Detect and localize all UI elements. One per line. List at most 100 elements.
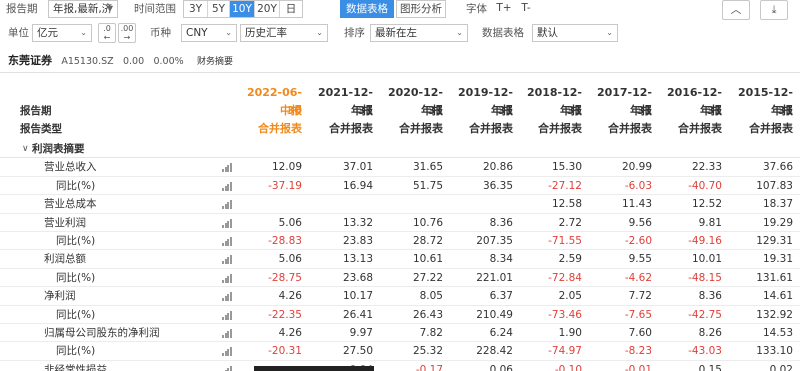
table-cell: 9.97: [349, 327, 373, 339]
table-cell: 28.72: [412, 235, 443, 247]
time-range-10y[interactable]: 10Y: [230, 1, 255, 17]
table-cell: -8.23: [624, 345, 652, 358]
time-range-20y[interactable]: 20Y: [255, 1, 280, 17]
stock-price: 0.00: [122, 56, 145, 67]
table-cell: 13.13: [342, 253, 373, 266]
mini-chart-icon[interactable]: [222, 218, 232, 228]
table-cell: -71.55: [548, 235, 582, 247]
table-cell: -27.12: [548, 179, 582, 192]
table-cell: 5.06: [278, 253, 302, 266]
table-cell: 4.26: [278, 290, 302, 303]
table-cell: -72.84: [548, 271, 582, 284]
table-cell: 16.94: [342, 179, 373, 192]
mini-chart-icon[interactable]: [222, 365, 232, 371]
table-cell: 37.66: [762, 161, 793, 174]
table-row: 同比(%) -22.35 26.41 26.43 210.49 -73.46 -7.65 -4…: [0, 306, 800, 324]
table-cell: 7.60: [628, 327, 652, 339]
column-header[interactable]: 2020-12-31 年报 合并报表: [377, 84, 443, 140]
collapse-caret-icon[interactable]: ∨: [22, 140, 29, 158]
table-cell: 2.05: [558, 290, 582, 303]
column-header[interactable]: 2021-12-31 年报 合并报表: [307, 84, 373, 140]
tab-financial-summary[interactable]: 财务摘要: [197, 54, 233, 67]
export-icon[interactable]: ⤓: [760, 0, 788, 20]
unit-value: 亿元: [37, 27, 58, 39]
mini-chart-icon[interactable]: [222, 163, 232, 173]
column-header[interactable]: 2017-12-31 年报 合并报表: [586, 84, 652, 140]
table-select[interactable]: 默认 ⌄: [532, 24, 618, 42]
column-header-period: 年报: [351, 104, 373, 117]
column-header-type: 合并报表: [678, 122, 722, 135]
column-header-period: 年报: [630, 104, 652, 117]
table-cell: 7.82: [419, 327, 443, 339]
table-cell: 8.05: [419, 290, 443, 303]
table-value: 默认: [537, 27, 558, 39]
font-increase-button[interactable]: T+: [494, 0, 514, 18]
column-header-type: 合并报表: [538, 122, 582, 135]
mini-chart-icon[interactable]: [222, 181, 232, 191]
table-row: 同比(%) -28.83 23.83 28.72 207.35 -71.55 -2.60 -4…: [0, 232, 800, 251]
table-row: 非经常性损益-0.04-0.170.06-0.10-0.010.150.02: [0, 361, 800, 371]
column-header[interactable]: 2015-12-31 年报 合并报表: [727, 84, 793, 140]
column-header-type: 合并报表: [469, 122, 513, 135]
row-label: 归属母公司股东的净利润: [44, 327, 160, 339]
column-header-date: 2022-06-30: [246, 86, 302, 117]
mini-chart-icon[interactable]: [222, 310, 232, 320]
report-period-select[interactable]: 年报,最新,济 ▼: [48, 0, 118, 18]
toolbar-row-1: 报告期 年报,最新,济 ▼ 时间范围 3Y 5Y 10Y 20Y 日 数据表格 …: [0, 0, 800, 20]
collapse-icon[interactable]: ︿: [722, 0, 750, 20]
table-row: 净利润 4.26 10.17 8.05 6.37 2.05 7.72 8.36 14.61: [0, 287, 800, 306]
table-row: 同比(%) -20.31 27.50 25.32 228.42 -74.97 -8.23 -4…: [0, 342, 800, 361]
table-cell: 0.06: [489, 363, 513, 371]
table-cell: 7.72: [628, 290, 652, 303]
column-header[interactable]: 2018-12-31 年报 合并报表: [516, 84, 582, 140]
column-header-period: 中报: [280, 104, 302, 117]
mini-chart-icon[interactable]: [222, 273, 232, 283]
currency-select[interactable]: CNY ⌄: [181, 24, 237, 42]
table-cell: 5.06: [278, 216, 302, 229]
column-header[interactable]: 2019-12-31 年报 合并报表: [447, 84, 513, 140]
mini-chart-icon[interactable]: [222, 255, 232, 265]
row-label: 同比(%): [56, 345, 96, 358]
view-chart-button[interactable]: 图形分析: [396, 0, 446, 18]
font-decrease-button[interactable]: T-: [516, 0, 536, 18]
unit-select[interactable]: 亿元 ⌄: [32, 24, 92, 42]
table-cell: 11.43: [621, 198, 652, 211]
time-range-5y[interactable]: 5Y: [208, 1, 230, 17]
column-header[interactable]: 2022-06-30 中报 合并报表: [236, 84, 302, 140]
decimal-decrease-icon[interactable]: .0 ←: [98, 23, 116, 43]
column-header[interactable]: 2016-12-31 年报 合并报表: [656, 84, 722, 140]
currency-value: CNY: [186, 27, 208, 39]
table-cell: 10.61: [412, 253, 443, 266]
table-cell: 37.01: [342, 161, 373, 174]
sort-select[interactable]: 最新在左 ⌄: [370, 24, 468, 42]
mini-chart-icon[interactable]: [222, 292, 232, 302]
time-range-3y[interactable]: 3Y: [184, 1, 208, 17]
table-cell: -73.46: [548, 308, 582, 321]
table-cell: 2.72: [558, 216, 582, 229]
table-cell: -28.75: [268, 271, 302, 284]
mini-chart-icon[interactable]: [222, 237, 232, 246]
divider: [0, 72, 800, 73]
table-cell: -0.17: [415, 363, 443, 371]
table-cell: -43.03: [688, 345, 722, 358]
row-label: 利润总额: [44, 253, 86, 266]
exchange-rate-value: 历史汇率: [245, 27, 287, 39]
mini-chart-icon[interactable]: [222, 200, 232, 210]
table-cell: 25.32: [412, 345, 443, 358]
stock-info: 东莞证券 A15130.SZ 0.00 0.00% 财务摘要: [8, 52, 233, 68]
report-type-row-label: 报告类型: [20, 123, 62, 135]
time-range-custom[interactable]: 日: [280, 1, 302, 17]
header-row-labels: 报告期 报告类型: [20, 102, 62, 138]
table-cell: -40.70: [688, 179, 722, 192]
mini-chart-icon[interactable]: [222, 329, 232, 338]
table-cell: 0.15: [698, 363, 722, 371]
decimal-increase-icon[interactable]: .00 →: [118, 23, 136, 43]
mini-chart-icon[interactable]: [222, 347, 232, 357]
row-label: 营业利润: [44, 216, 86, 229]
exchange-rate-select[interactable]: 历史汇率 ⌄: [240, 24, 328, 42]
table-cell: 9.56: [628, 216, 652, 229]
section-row: ∨ 利润表摘要: [0, 140, 800, 159]
taskbar-fragment: [254, 366, 374, 371]
row-label: 同比(%): [56, 179, 96, 192]
view-table-button[interactable]: 数据表格: [340, 0, 394, 18]
